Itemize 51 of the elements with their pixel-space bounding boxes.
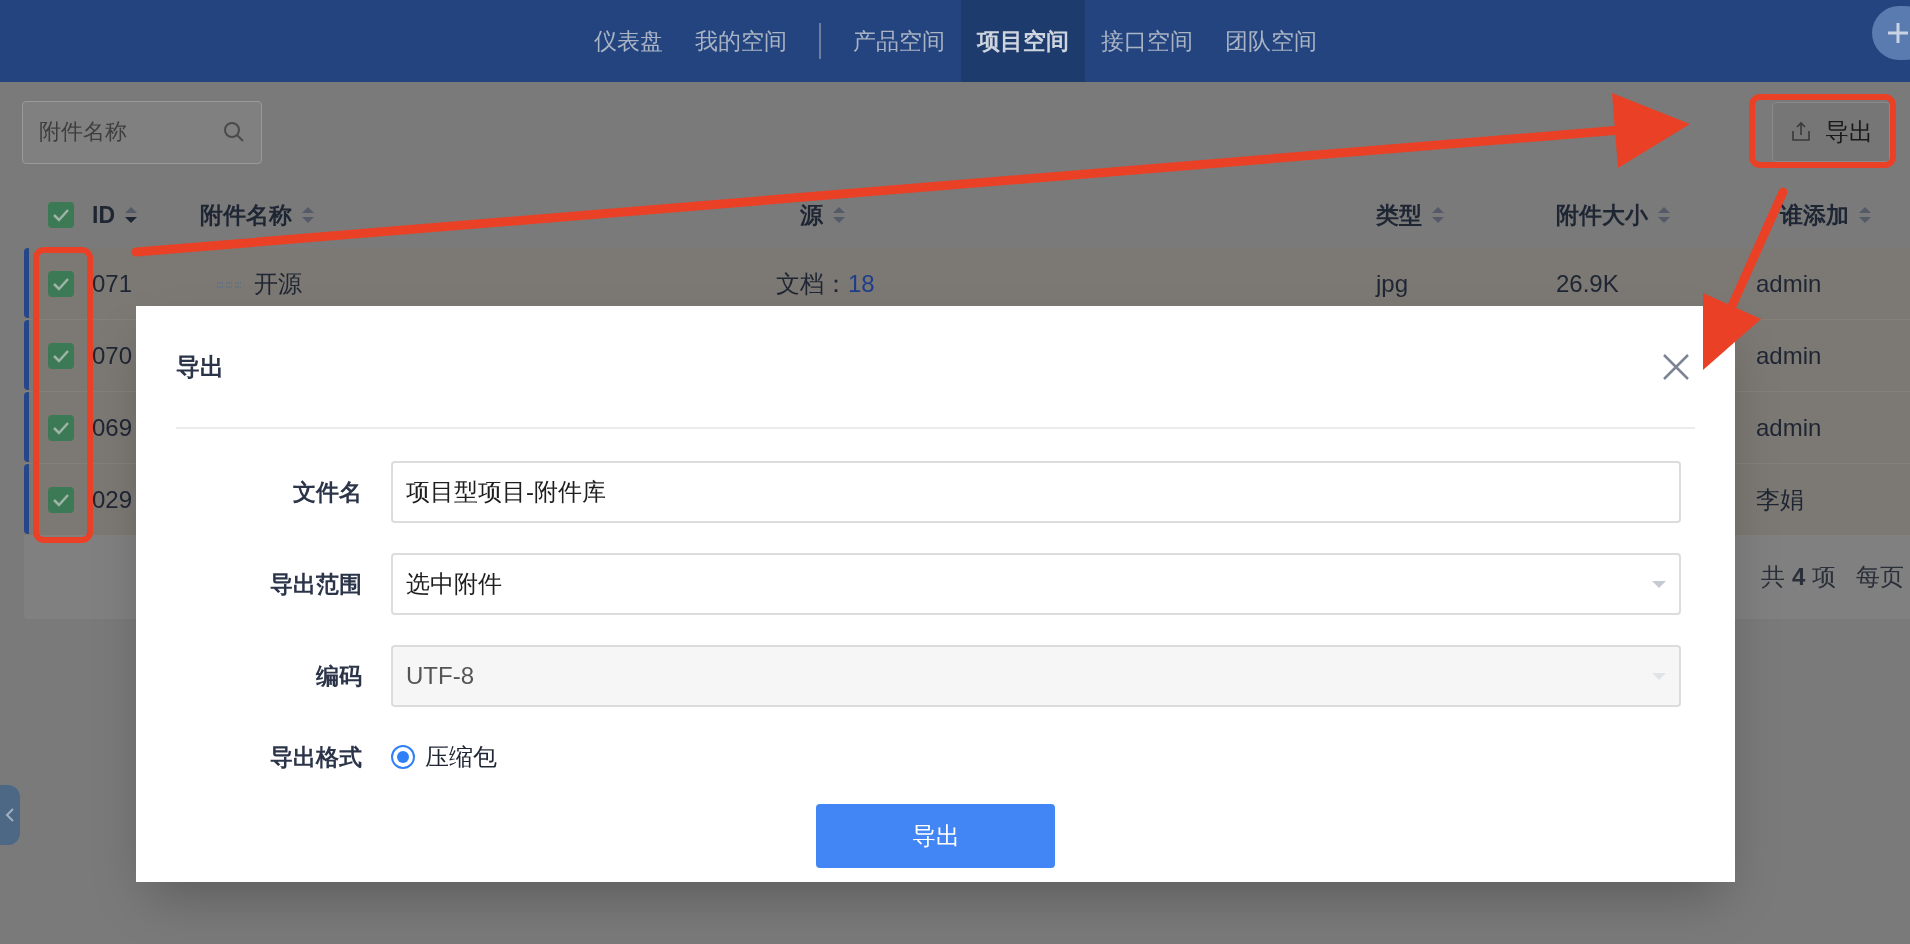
field-label: 导出格式 <box>269 742 362 772</box>
column-header[interactable]: 附件大小 <box>1556 197 1648 233</box>
table-cell: jpg <box>1376 269 1409 297</box>
page-size-label: 每页 <box>1856 562 1904 592</box>
table-cell: admin <box>1756 413 1822 441</box>
source-link[interactable]: 18 <box>848 265 875 302</box>
export-button[interactable]: 导出 <box>1772 102 1890 162</box>
field-label: 编码 <box>315 661 362 691</box>
table-cell: admin <box>1756 269 1822 297</box>
field-label: 导出范围 <box>269 569 362 599</box>
search-field[interactable]: 附件名称 <box>22 100 262 164</box>
checkbox[interactable] <box>48 270 74 297</box>
nav-tab[interactable]: 仪表盘 <box>577 0 679 82</box>
plus-icon <box>1886 21 1910 45</box>
column-header[interactable]: 类型 <box>1376 197 1422 233</box>
nav-tab[interactable]: 接口空间 <box>1084 0 1209 82</box>
checkbox[interactable] <box>48 342 74 369</box>
table-cell: 26.9K <box>1556 269 1619 297</box>
nav-tab[interactable]: 团队空间 <box>1208 0 1333 82</box>
search-icon <box>222 119 246 144</box>
table-cell: admin <box>1756 341 1822 369</box>
checkbox[interactable] <box>48 486 74 513</box>
table-cell: 069 <box>92 413 133 441</box>
collapse-handle[interactable] <box>0 785 20 845</box>
column-header[interactable]: 源 <box>800 197 823 233</box>
field-label: 文件名 <box>292 477 362 507</box>
nav-tab[interactable]: 项目空间 <box>960 0 1085 82</box>
nav-tab[interactable]: 产品空间 <box>836 0 961 82</box>
select-field: UTF-8 <box>391 645 1681 707</box>
select-field[interactable]: 选中附件 <box>391 553 1681 615</box>
table-cell-text: 文档： <box>776 268 848 299</box>
nav-tab[interactable]: 我的空间 <box>678 0 803 82</box>
column-header[interactable]: 附件名称 <box>200 197 292 233</box>
table-cell: 李娟 <box>1756 485 1804 513</box>
close-icon[interactable] <box>1661 351 1691 382</box>
total-count: 共 4 项 <box>1761 562 1836 592</box>
column-header[interactable]: ID <box>92 197 115 233</box>
column-header[interactable]: 谁添加 <box>1780 197 1849 233</box>
table-cell-text: 开源 <box>254 268 302 299</box>
chevron-left-icon <box>5 807 15 823</box>
dialog-title: 导出 <box>176 351 224 382</box>
submit-button[interactable]: 导出 <box>816 804 1055 868</box>
table-cell: 071 <box>92 269 133 297</box>
input-field[interactable]: 项目型项目-附件库 <box>391 461 1681 523</box>
caret-icon <box>1652 580 1666 588</box>
table-cell: 070 <box>92 341 133 369</box>
table-cell: 029 <box>92 485 133 513</box>
radio-option[interactable]: 压缩包 <box>391 739 497 775</box>
checkbox[interactable] <box>48 202 74 228</box>
share-icon <box>1789 120 1813 144</box>
checkbox[interactable] <box>48 414 74 441</box>
